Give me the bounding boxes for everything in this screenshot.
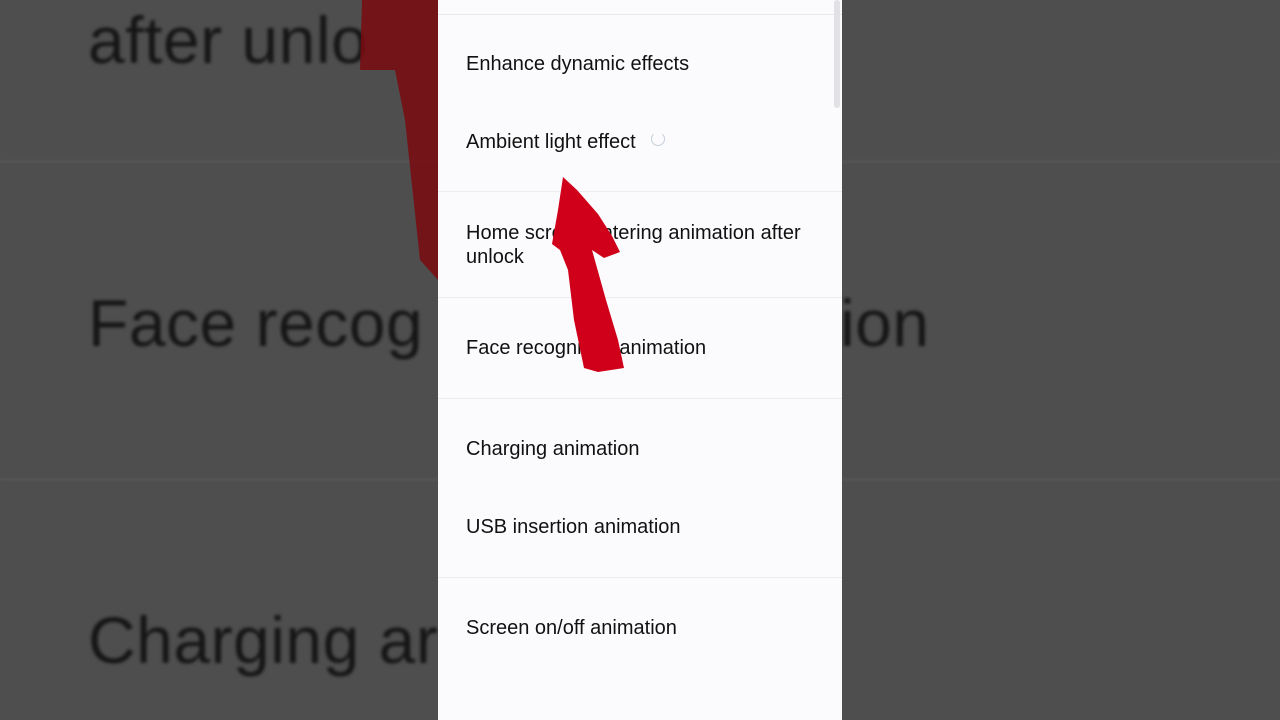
video-frame: after unlo Face recog ion Charging ar En…: [0, 0, 1280, 720]
setting-enhance-dynamic-effects[interactable]: Enhance dynamic effects: [466, 52, 806, 76]
top-divider: [438, 14, 842, 15]
scrollbar[interactable]: [834, 0, 840, 108]
setting-face-recognition-animation[interactable]: Face recognition animation: [466, 336, 806, 360]
setting-home-screen-entering-animation[interactable]: Home screen entering animation after unl…: [466, 221, 806, 269]
setting-ambient-light-effect[interactable]: Ambient light effect: [466, 130, 806, 154]
divider: [438, 191, 842, 192]
divider: [438, 297, 842, 298]
setting-screen-on-off-animation[interactable]: Screen on/off animation: [466, 616, 806, 640]
background-text-line: Charging ar: [88, 603, 439, 677]
divider: [438, 398, 842, 399]
setting-usb-insertion-animation[interactable]: USB insertion animation: [466, 515, 806, 539]
divider: [438, 577, 842, 578]
settings-panel: Enhance dynamic effects Ambient light ef…: [438, 0, 842, 720]
background-text-line: Face recog: [88, 286, 424, 360]
background-text-line: after unlo: [88, 3, 369, 77]
loading-spinner-icon: [651, 132, 665, 146]
setting-charging-animation[interactable]: Charging animation: [466, 437, 806, 461]
background-text-line: ion: [840, 286, 930, 360]
